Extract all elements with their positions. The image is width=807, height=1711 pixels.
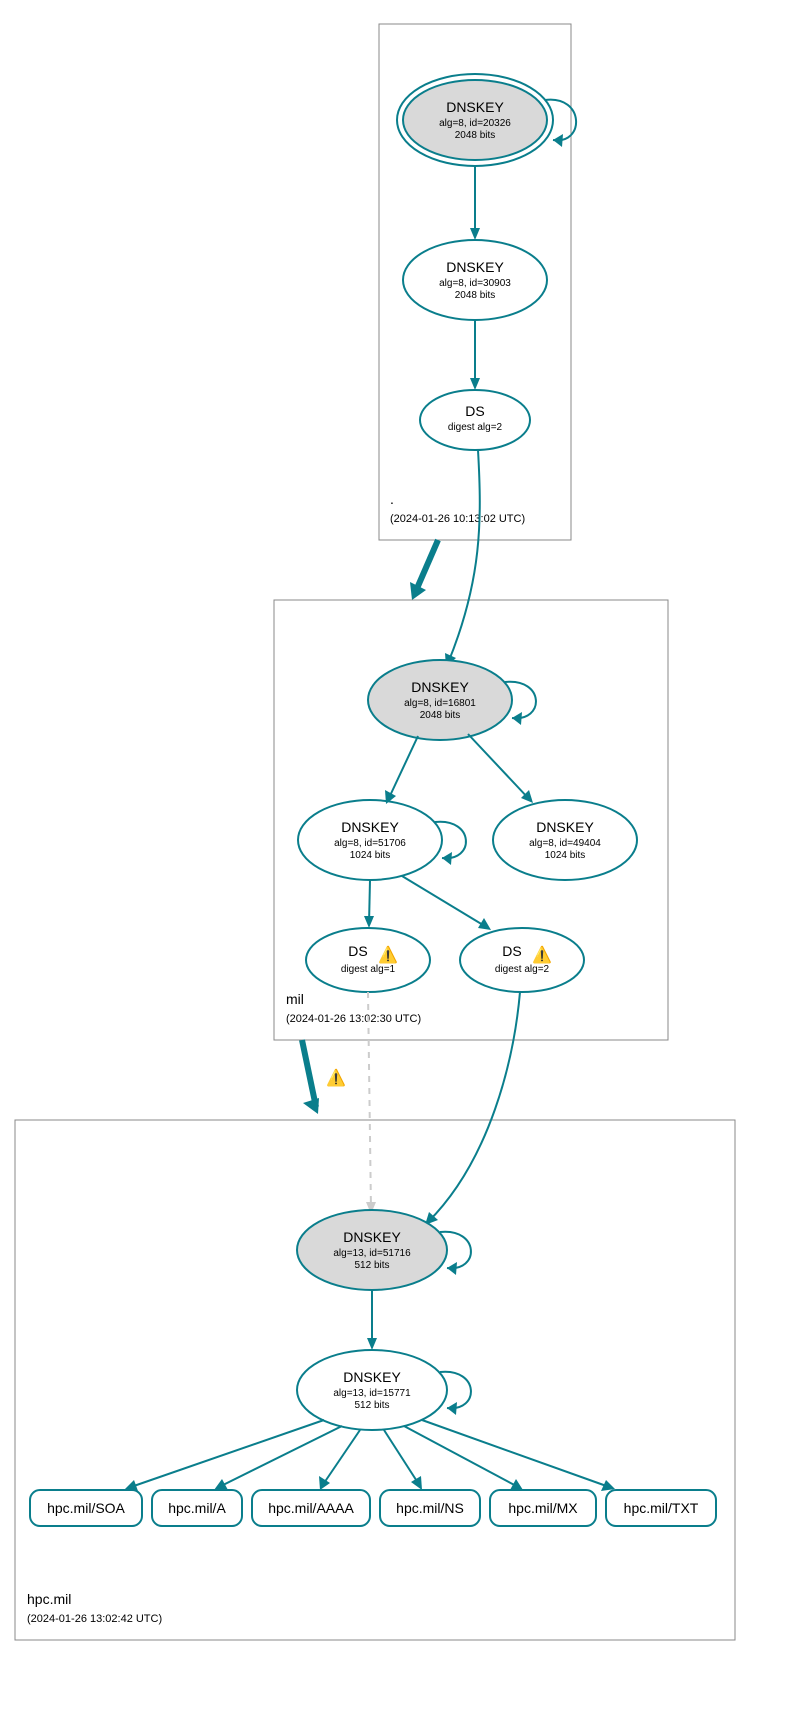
node-mil-ds2: DS ⚠️ digest alg=2	[460, 928, 584, 992]
edge-zsk-txt	[422, 1420, 612, 1488]
zone-root-label: .	[390, 491, 394, 507]
svg-text:DNSKEY: DNSKEY	[341, 819, 399, 835]
rr-aaaa: hpc.mil/AAAA	[252, 1490, 370, 1526]
warning-icon: ⚠️	[326, 1068, 346, 1087]
svg-text:hpc.mil/A: hpc.mil/A	[168, 1500, 226, 1516]
node-root-zsk: DNSKEY alg=8, id=30903 2048 bits	[403, 240, 547, 320]
node-mil-ds1: DS ⚠️ digest alg=1	[306, 928, 430, 992]
svg-text:hpc.mil/TXT: hpc.mil/TXT	[624, 1500, 699, 1516]
svg-text:DS: DS	[348, 943, 367, 959]
svg-text:alg=8, id=51706: alg=8, id=51706	[334, 838, 406, 849]
svg-text:hpc.mil/MX: hpc.mil/MX	[508, 1500, 578, 1516]
zone-mil-label: mil	[286, 991, 304, 1007]
zone-root-timestamp: (2024-01-26 10:13:02 UTC)	[390, 513, 525, 525]
svg-text:2048 bits: 2048 bits	[455, 130, 496, 141]
svg-text:DNSKEY: DNSKEY	[446, 99, 504, 115]
svg-text:alg=8, id=20326: alg=8, id=20326	[439, 118, 511, 129]
edge-mil-ds2-hpc-ksk	[428, 992, 520, 1222]
svg-text:alg=13, id=15771: alg=13, id=15771	[333, 1388, 411, 1399]
svg-text:digest alg=2: digest alg=2	[448, 422, 503, 433]
edge-zsk-soa	[128, 1420, 324, 1488]
svg-text:alg=8, id=49404: alg=8, id=49404	[529, 838, 601, 849]
edge-zsk-aaaa	[322, 1430, 360, 1486]
edge-root-to-mil-deleg	[415, 540, 438, 593]
svg-text:DS: DS	[502, 943, 521, 959]
node-hpc-zsk: DNSKEY alg=13, id=15771 512 bits	[297, 1350, 447, 1430]
rr-a: hpc.mil/A	[152, 1490, 242, 1526]
rr-mx: hpc.mil/MX	[490, 1490, 596, 1526]
node-root-ds: DS digest alg=2	[420, 390, 530, 450]
svg-text:alg=13, id=51716: alg=13, id=51716	[333, 1248, 411, 1259]
svg-text:alg=8, id=30903: alg=8, id=30903	[439, 278, 511, 289]
svg-text:2048 bits: 2048 bits	[455, 290, 496, 301]
edge-mil-ksk-zsk2	[468, 734, 530, 800]
node-mil-zsk1: DNSKEY alg=8, id=51706 1024 bits	[298, 800, 442, 880]
edge-root-ds-mil-ksk	[448, 450, 480, 663]
edge-mil-zsk1-ds2	[402, 876, 488, 928]
svg-text:1024 bits: 1024 bits	[545, 850, 586, 861]
svg-text:512 bits: 512 bits	[354, 1260, 389, 1271]
zone-hpc-timestamp: (2024-01-26 13:02:42 UTC)	[27, 1613, 162, 1625]
svg-text:DNSKEY: DNSKEY	[343, 1369, 401, 1385]
svg-text:digest alg=2: digest alg=2	[495, 964, 550, 975]
rr-soa: hpc.mil/SOA	[30, 1490, 142, 1526]
edge-zsk-ns	[384, 1430, 420, 1486]
svg-text:DS: DS	[465, 403, 484, 419]
svg-text:DNSKEY: DNSKEY	[343, 1229, 401, 1245]
rr-ns: hpc.mil/NS	[380, 1490, 480, 1526]
zone-mil-timestamp: (2024-01-26 13:02:30 UTC)	[286, 1013, 421, 1025]
node-mil-zsk2: DNSKEY alg=8, id=49404 1024 bits	[493, 800, 637, 880]
svg-text:hpc.mil/NS: hpc.mil/NS	[396, 1500, 464, 1516]
svg-text:hpc.mil/AAAA: hpc.mil/AAAA	[268, 1500, 354, 1516]
rr-txt: hpc.mil/TXT	[606, 1490, 716, 1526]
edge-mil-to-hpc-deleg	[302, 1040, 316, 1107]
node-mil-ksk: DNSKEY alg=8, id=16801 2048 bits	[368, 660, 512, 740]
warning-icon: ⚠️	[532, 945, 552, 964]
svg-text:512 bits: 512 bits	[354, 1400, 389, 1411]
edge-mil-ksk-zsk1	[388, 736, 418, 800]
dnssec-chain-diagram: . (2024-01-26 10:13:02 UTC) DNSKEY alg=8…	[0, 0, 807, 1711]
svg-text:hpc.mil/SOA: hpc.mil/SOA	[47, 1500, 125, 1516]
warning-icon: ⚠️	[378, 945, 398, 964]
svg-text:alg=8, id=16801: alg=8, id=16801	[404, 698, 476, 709]
svg-text:digest alg=1: digest alg=1	[341, 964, 396, 975]
node-hpc-ksk: DNSKEY alg=13, id=51716 512 bits	[297, 1210, 447, 1290]
svg-text:DNSKEY: DNSKEY	[536, 819, 594, 835]
svg-text:2048 bits: 2048 bits	[420, 710, 461, 721]
zone-hpc-label: hpc.mil	[27, 1591, 71, 1607]
node-root-ksk: DNSKEY alg=8, id=20326 2048 bits	[397, 74, 553, 166]
svg-text:DNSKEY: DNSKEY	[411, 679, 469, 695]
svg-text:DNSKEY: DNSKEY	[446, 259, 504, 275]
svg-text:1024 bits: 1024 bits	[350, 850, 391, 861]
